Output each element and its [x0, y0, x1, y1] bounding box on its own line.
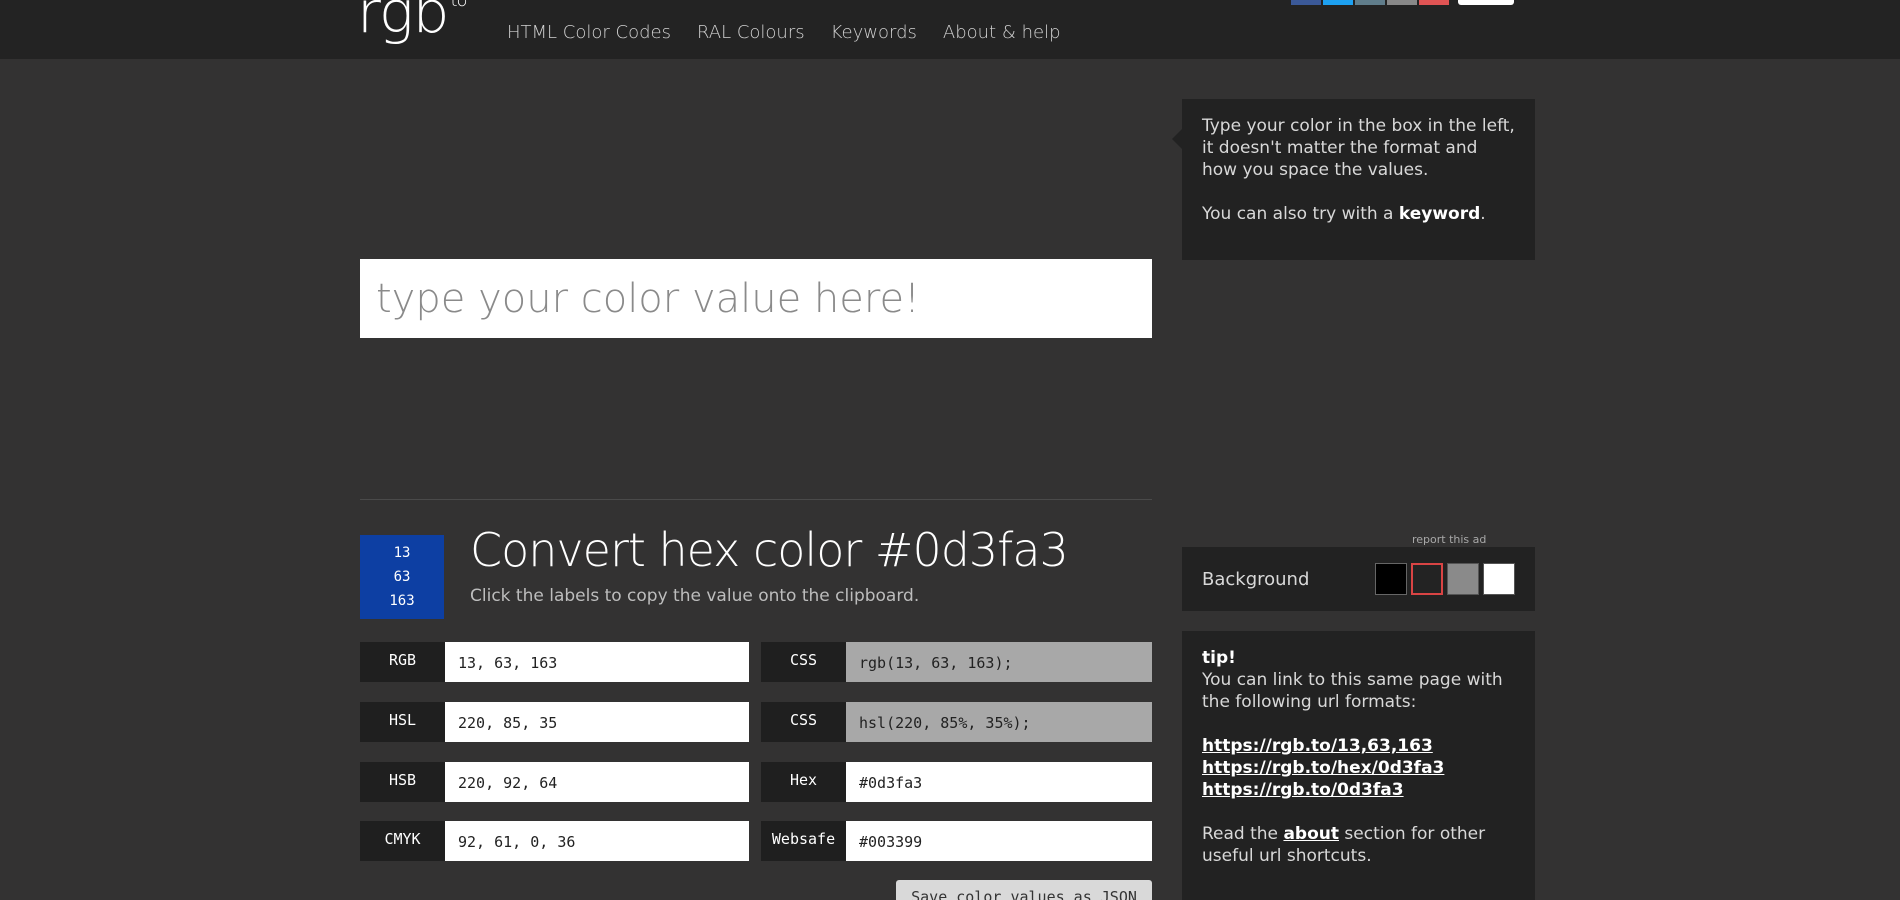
- value-row-hsl: HSL 220, 85, 35: [360, 702, 749, 742]
- logo-text: rgb: [357, 0, 449, 46]
- cmyk-value-field[interactable]: 92, 61, 0, 36: [445, 821, 749, 861]
- background-black-option[interactable]: [1375, 563, 1407, 595]
- background-label: Background: [1202, 568, 1310, 590]
- css-rgb-value-field[interactable]: rgb(13, 63, 163);: [846, 642, 1152, 682]
- help-panel-arrow: [1172, 129, 1182, 149]
- hsl-label-button[interactable]: HSL: [360, 702, 445, 742]
- cmyk-label-button[interactable]: CMYK: [360, 821, 445, 861]
- share-button[interactable]: [1419, 0, 1449, 5]
- site-logo[interactable]: rgb to: [357, 0, 468, 46]
- help-panel: Type your color in the box in the left, …: [1172, 99, 1535, 260]
- rgb-label-button[interactable]: RGB: [360, 642, 445, 682]
- css-hsl-label-button[interactable]: CSS: [761, 702, 846, 742]
- hex-value-field[interactable]: #0d3fa3: [846, 762, 1152, 802]
- tip-panel: tip! You can link to this same page with…: [1182, 631, 1535, 900]
- tip-title: tip!: [1202, 648, 1236, 668]
- tip-read-prefix: Read the: [1202, 824, 1284, 844]
- save-json-button[interactable]: Save color values as JSON: [896, 880, 1152, 900]
- value-row-cmyk: CMYK 92, 61, 0, 36: [360, 821, 749, 861]
- report-ad-link[interactable]: report this ad: [1412, 533, 1486, 546]
- value-row-websafe: Websafe #003399: [761, 821, 1152, 861]
- background-swatches: [1375, 563, 1515, 595]
- url-link-hex[interactable]: https://rgb.to/hex/0d3fa3: [1202, 757, 1515, 779]
- keyword-link[interactable]: keyword: [1399, 204, 1480, 224]
- share-button[interactable]: [1387, 0, 1417, 5]
- tip-read-about: Read the about section for other useful …: [1202, 823, 1515, 867]
- hsb-value-field[interactable]: 220, 92, 64: [445, 762, 749, 802]
- tip-text: You can link to this same page with the …: [1202, 670, 1503, 712]
- css-hsl-value-field[interactable]: hsl(220, 85%, 35%);: [846, 702, 1152, 742]
- value-row-css-rgb: CSS rgb(13, 63, 163);: [761, 642, 1152, 682]
- url-link-short[interactable]: https://rgb.to/0d3fa3: [1202, 779, 1515, 801]
- page-title: Convert hex color #0d3fa3: [470, 523, 1069, 577]
- nav-ral-colours[interactable]: RAL Colours: [697, 22, 805, 43]
- main-nav: HTML Color Codes RAL Colours Keywords Ab…: [507, 22, 1061, 43]
- background-white-option[interactable]: [1483, 563, 1515, 595]
- help-text: Type your color in the box in the left, …: [1202, 116, 1515, 180]
- swatch-green-value: 63: [393, 569, 411, 585]
- value-row-rgb: RGB 13, 63, 163: [360, 642, 749, 682]
- share-button[interactable]: [1355, 0, 1385, 5]
- twitter-share-button[interactable]: [1323, 0, 1353, 5]
- websafe-label-button[interactable]: Websafe: [761, 821, 846, 861]
- websafe-value-field[interactable]: #003399: [846, 821, 1152, 861]
- background-panel: Background: [1182, 547, 1535, 611]
- hsl-value-field[interactable]: 220, 85, 35: [445, 702, 749, 742]
- help-keyword-prefix: You can also try with a: [1202, 204, 1399, 224]
- help-keyword-suffix: .: [1480, 204, 1486, 224]
- swatch-red-value: 13: [393, 545, 411, 561]
- nav-keywords[interactable]: Keywords: [831, 22, 917, 43]
- logo-superscript: to: [450, 0, 467, 11]
- about-link[interactable]: about: [1283, 824, 1339, 844]
- hsb-label-button[interactable]: HSB: [360, 762, 445, 802]
- url-link-rgb[interactable]: https://rgb.to/13,63,163: [1202, 735, 1515, 757]
- color-swatch: 13 63 163: [360, 535, 444, 619]
- background-grey-option[interactable]: [1447, 563, 1479, 595]
- facebook-share-button[interactable]: [1291, 0, 1321, 5]
- hex-label-button[interactable]: Hex: [761, 762, 846, 802]
- background-dark-option[interactable]: [1411, 563, 1443, 595]
- header-white-button[interactable]: [1458, 0, 1514, 5]
- swatch-blue-value: 163: [389, 593, 415, 609]
- page-subtitle: Click the labels to copy the value onto …: [470, 586, 920, 606]
- help-keyword-text: You can also try with a keyword.: [1202, 203, 1515, 225]
- value-row-hex: Hex #0d3fa3: [761, 762, 1152, 802]
- css-rgb-label-button[interactable]: CSS: [761, 642, 846, 682]
- value-row-hsb: HSB 220, 92, 64: [360, 762, 749, 802]
- divider: [360, 499, 1152, 500]
- value-row-css-hsl: CSS hsl(220, 85%, 35%);: [761, 702, 1152, 742]
- nav-html-color-codes[interactable]: HTML Color Codes: [507, 22, 671, 43]
- share-buttons: [1291, 0, 1516, 5]
- color-search-input[interactable]: [360, 259, 1152, 338]
- nav-about-help[interactable]: About & help: [943, 22, 1061, 43]
- rgb-value-field[interactable]: 13, 63, 163: [445, 642, 749, 682]
- top-bar: rgb to HTML Color Codes RAL Colours Keywo…: [0, 0, 1900, 59]
